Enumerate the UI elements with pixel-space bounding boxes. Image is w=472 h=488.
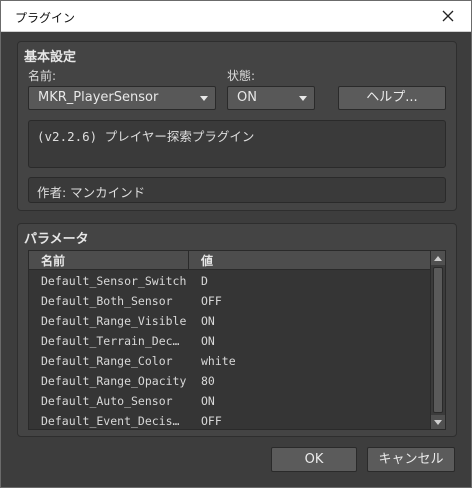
table-body: Default_Sensor_Switch D Default_Both_Sen… xyxy=(29,271,431,429)
param-name: Default_Auto_Sensor xyxy=(41,394,173,408)
param-value: OFF xyxy=(201,294,222,308)
plugin-name-select[interactable]: MKR_PlayerSensor xyxy=(28,86,216,110)
scrollbar-thumb[interactable] xyxy=(433,267,443,413)
param-name: Default_Terrain_Dec… xyxy=(41,334,180,348)
help-button[interactable]: ヘルプ... xyxy=(338,86,446,110)
param-name: Default_Event_Decis… xyxy=(41,414,180,428)
table-row[interactable]: Default_Auto_Sensor ON xyxy=(29,391,431,411)
table-row[interactable]: Default_Range_Visible ON xyxy=(29,311,431,331)
param-value: ON xyxy=(201,314,215,328)
state-select[interactable]: ON xyxy=(227,86,315,110)
close-button[interactable] xyxy=(433,4,463,28)
param-value: white xyxy=(201,354,236,368)
column-divider[interactable] xyxy=(188,251,189,270)
column-header-value[interactable]: 値 xyxy=(201,252,213,269)
param-value: ON xyxy=(201,394,215,408)
param-value: OFF xyxy=(201,414,222,428)
description-text: (v2.2.6) プレイヤー探索プラグイン xyxy=(37,129,255,144)
table-header: 名前 値 xyxy=(29,251,431,270)
basic-settings-heading: 基本設定 xyxy=(24,50,77,65)
table-row[interactable]: Default_Terrain_Dec… ON xyxy=(29,331,431,351)
author-text: 作者: マンカインド xyxy=(37,185,146,200)
column-header-name[interactable]: 名前 xyxy=(41,252,65,269)
plugin-author: 作者: マンカインド xyxy=(28,177,446,203)
scroll-down-button[interactable] xyxy=(431,415,445,429)
table-row[interactable]: Default_Sensor_Switch D xyxy=(29,271,431,291)
table-row[interactable]: Default_Range_Color white xyxy=(29,351,431,371)
state-label: 状態: xyxy=(227,69,256,83)
name-label: 名前: xyxy=(28,69,57,83)
parameters-heading: パラメータ xyxy=(24,232,89,247)
param-value: D xyxy=(201,274,208,288)
chevron-down-icon xyxy=(200,96,208,101)
plugin-description[interactable]: (v2.2.6) プレイヤー探索プラグイン xyxy=(28,120,446,168)
title-bar: プラグイン xyxy=(1,1,471,32)
cancel-button[interactable]: キャンセル xyxy=(367,447,455,472)
table-row[interactable]: Default_Both_Sensor OFF xyxy=(29,291,431,311)
param-value: ON xyxy=(201,334,215,348)
plugin-name-value: MKR_PlayerSensor xyxy=(38,90,159,105)
table-row[interactable]: Default_Event_Decis… OFF xyxy=(29,411,431,429)
parameters-group: パラメータ 名前 値 Default_Sensor_Switch D Defau… xyxy=(17,223,457,437)
scroll-up-button[interactable] xyxy=(431,251,445,265)
ok-button[interactable]: OK xyxy=(271,447,357,472)
param-name: Default_Sensor_Switch xyxy=(41,274,186,288)
param-name: Default_Both_Sensor xyxy=(41,294,173,308)
table-row[interactable]: Default_Range_Opacity 80 xyxy=(29,371,431,391)
chevron-down-icon xyxy=(299,96,307,101)
close-icon xyxy=(442,10,454,22)
arrow-down-icon xyxy=(434,419,442,425)
arrow-up-icon xyxy=(434,255,442,261)
param-name: Default_Range_Color xyxy=(41,354,173,368)
param-value: 80 xyxy=(201,374,215,388)
param-name: Default_Range_Visible xyxy=(41,314,186,328)
state-value: ON xyxy=(237,90,257,105)
plugin-dialog: プラグイン 基本設定 名前: MKR_PlayerSensor 状態: ON ヘ… xyxy=(0,0,472,488)
vertical-scrollbar[interactable] xyxy=(430,251,445,429)
window-title: プラグイン xyxy=(15,11,76,25)
basic-settings-group: 基本設定 名前: MKR_PlayerSensor 状態: ON ヘルプ... … xyxy=(17,41,457,211)
parameters-table: 名前 値 Default_Sensor_Switch D Default_Bot… xyxy=(28,250,446,430)
param-name: Default_Range_Opacity xyxy=(41,374,186,388)
